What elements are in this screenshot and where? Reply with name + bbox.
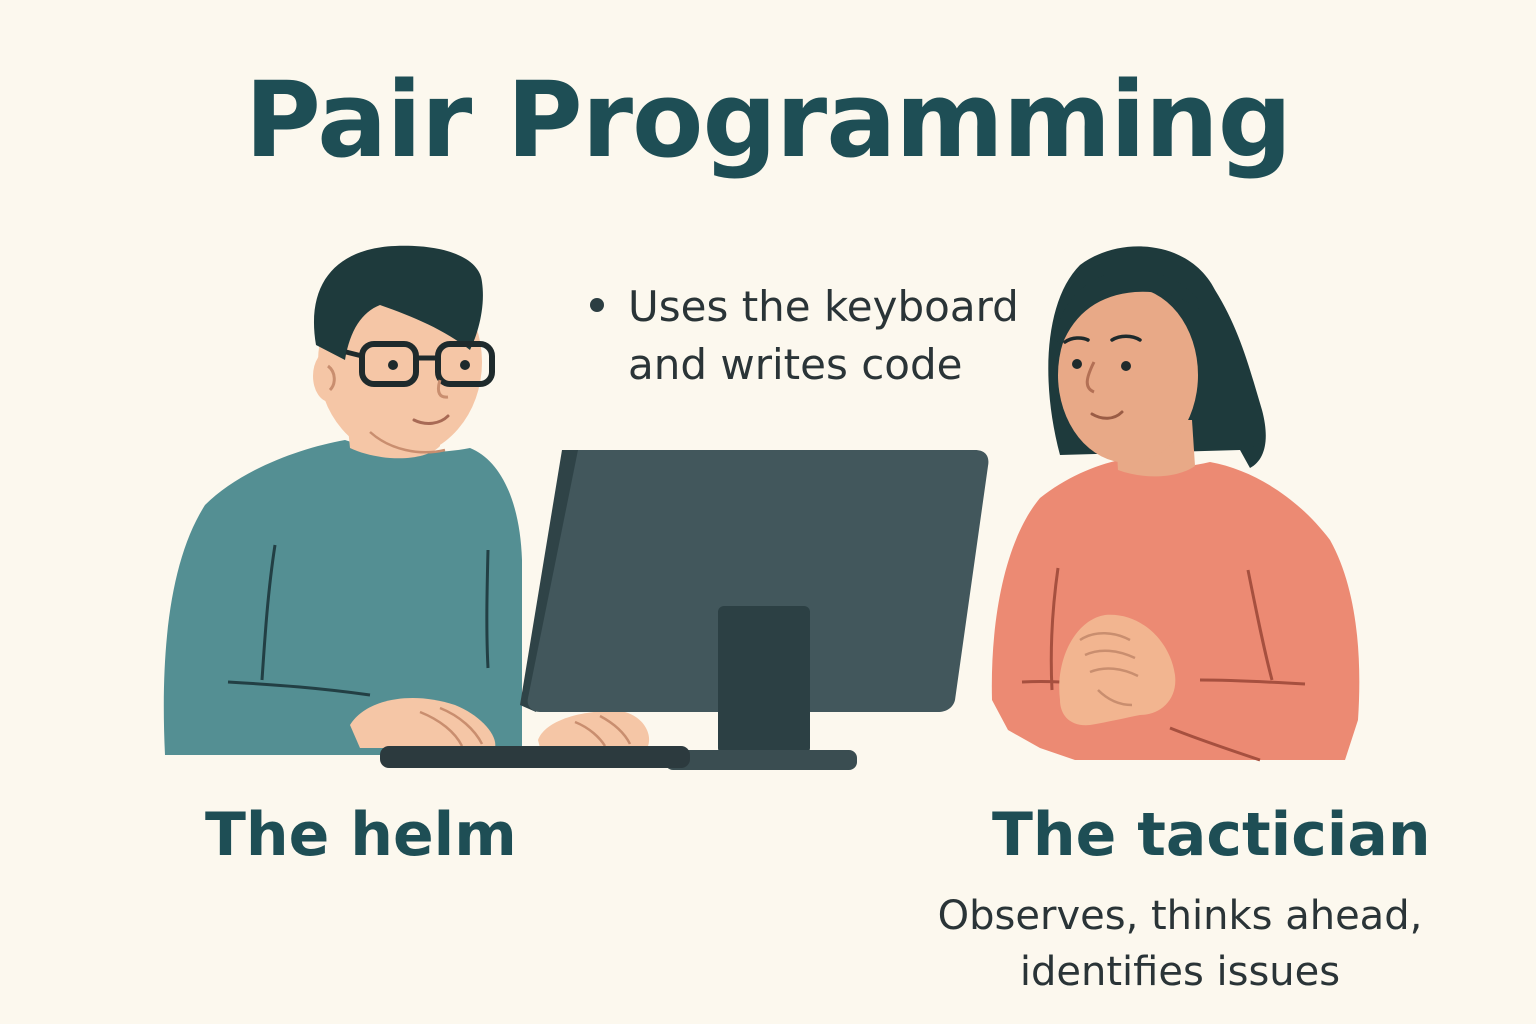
driver-description-line-1: Uses the keyboard bbox=[628, 282, 1019, 331]
navigator-description-line-2: identifies issues bbox=[1019, 949, 1341, 995]
monitor-stand bbox=[718, 606, 810, 754]
bullet-dot-icon bbox=[590, 298, 604, 312]
driver-label: The helm bbox=[205, 800, 517, 870]
pair-programming-illustration bbox=[163, 245, 1360, 770]
driver-shirt bbox=[163, 440, 522, 755]
driver-right-hand bbox=[538, 711, 650, 748]
driver-description: Uses the keyboard and writes code bbox=[628, 278, 1048, 394]
driver-description-line-2: and writes code bbox=[628, 340, 963, 389]
navigator-description: Observes, thinks ahead, identifies issue… bbox=[900, 888, 1460, 1000]
navigator-shirt bbox=[991, 460, 1360, 760]
navigator-description-line-1: Observes, thinks ahead, bbox=[937, 893, 1423, 939]
navigator-label: The tactician bbox=[992, 800, 1431, 870]
keyboard-icon bbox=[380, 746, 690, 768]
